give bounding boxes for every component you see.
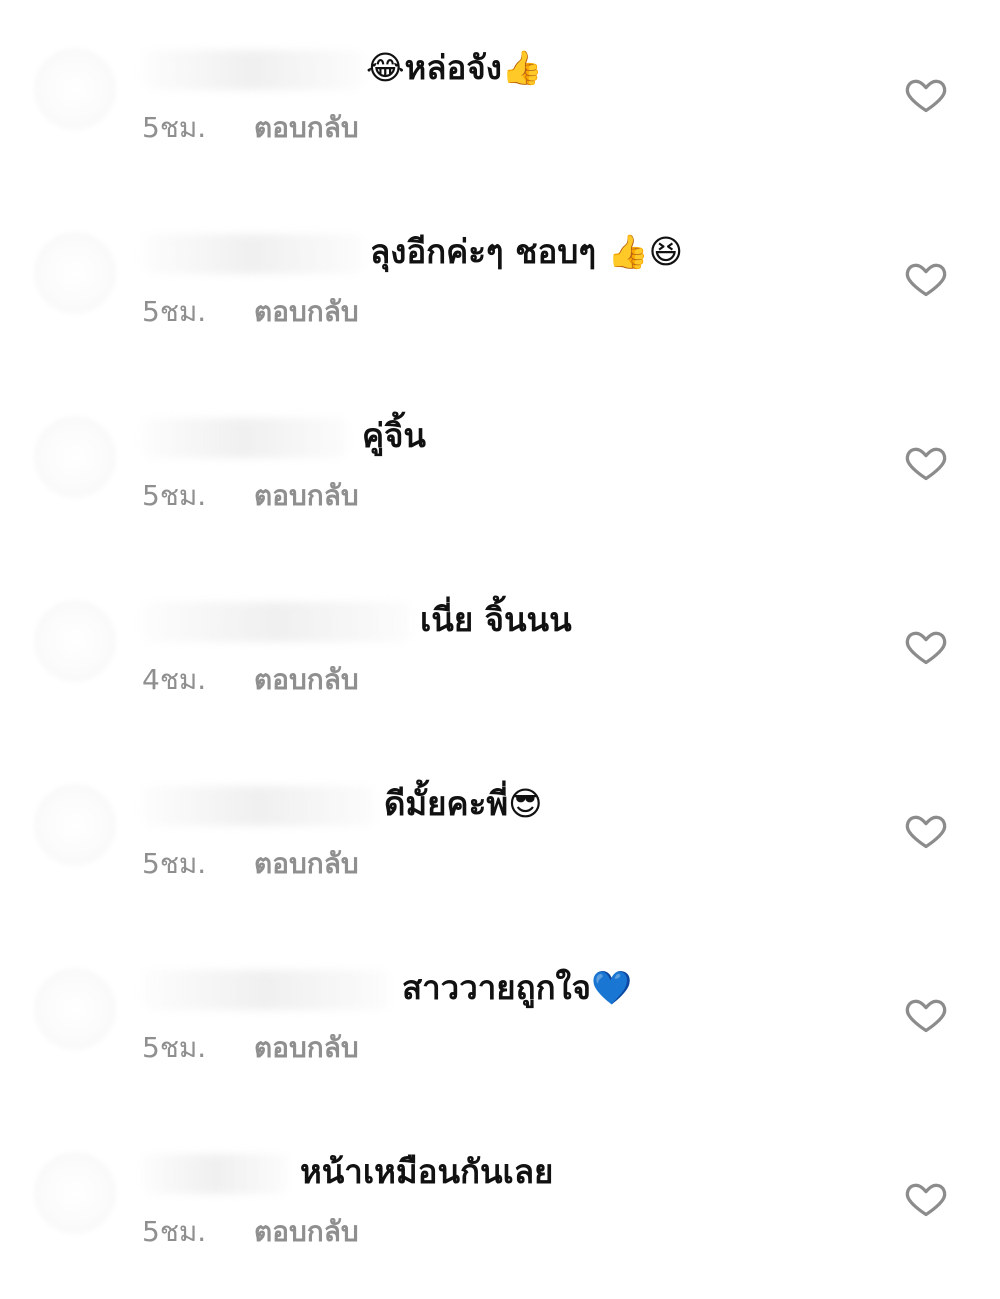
comment-meta: 5ชม. ตอบกลับ xyxy=(142,110,359,146)
avatar[interactable] xyxy=(34,48,116,130)
comment-time: 5ชม. xyxy=(142,295,207,328)
comment-item: ดีมั้ยคะพี่😎 5ชม. ตอบกลับ xyxy=(0,736,1000,920)
comment-meta: 5ชม. ตอบกลับ xyxy=(142,294,359,330)
heart-icon[interactable] xyxy=(904,1176,948,1220)
heart-icon[interactable] xyxy=(904,72,948,116)
comment-item: 😂หล่อจัง👍 5ชม. ตอบกลับ xyxy=(0,0,1000,184)
comment-text: ดีมั้ยคะพี่😎 xyxy=(384,784,543,823)
username-redacted[interactable] xyxy=(142,50,362,90)
comment-time: 5ชม. xyxy=(142,847,207,880)
reply-button[interactable]: ตอบกลับ xyxy=(254,110,359,146)
comment-text: หน้าเหมือนกันเลย xyxy=(300,1152,554,1191)
username-redacted[interactable] xyxy=(142,418,347,458)
avatar[interactable] xyxy=(34,416,116,498)
username-redacted[interactable] xyxy=(142,234,362,274)
comment-time: 5ชม. xyxy=(142,111,207,144)
comment-meta: 5ชม. ตอบกลับ xyxy=(142,1030,359,1066)
username-redacted[interactable] xyxy=(142,602,410,642)
comment-item: หน้าเหมือนกันเลย 5ชม. ตอบกลับ xyxy=(0,1104,1000,1288)
heart-icon[interactable] xyxy=(904,256,948,300)
comment-text: ลุงอีกค่ะๆ ชอบๆ 👍😆 xyxy=(370,232,684,271)
comment-item: สาววายถูกใจ💙 5ชม. ตอบกลับ xyxy=(0,920,1000,1104)
avatar[interactable] xyxy=(34,600,116,682)
reply-button[interactable]: ตอบกลับ xyxy=(254,478,359,514)
comment-meta: 4ชม. ตอบกลับ xyxy=(142,662,359,698)
comment-meta: 5ชม. ตอบกลับ xyxy=(142,846,359,882)
comment-text: 😂หล่อจัง👍 xyxy=(366,48,543,87)
comment-text: เนี่ย จิ้นนน xyxy=(420,600,572,639)
avatar[interactable] xyxy=(34,232,116,314)
comment-time: 4ชม. xyxy=(142,663,207,696)
heart-icon[interactable] xyxy=(904,992,948,1036)
reply-button[interactable]: ตอบกลับ xyxy=(254,294,359,330)
comment-item: ลุงอีกค่ะๆ ชอบๆ 👍😆 5ชม. ตอบกลับ xyxy=(0,184,1000,368)
reply-button[interactable]: ตอบกลับ xyxy=(254,846,359,882)
comment-time: 5ชม. xyxy=(142,1215,207,1248)
username-redacted[interactable] xyxy=(142,786,374,826)
username-redacted[interactable] xyxy=(142,1154,288,1194)
comment-item: คู่จิ้น 5ชม. ตอบกลับ xyxy=(0,368,1000,552)
comment-meta: 5ชม. ตอบกลับ xyxy=(142,1214,359,1250)
comment-item: เนี่ย จิ้นนน 4ชม. ตอบกลับ xyxy=(0,552,1000,736)
avatar[interactable] xyxy=(34,1152,116,1234)
avatar[interactable] xyxy=(34,784,116,866)
reply-button[interactable]: ตอบกลับ xyxy=(254,1030,359,1066)
comment-time: 5ชม. xyxy=(142,1031,207,1064)
username-redacted[interactable] xyxy=(142,970,388,1010)
heart-icon[interactable] xyxy=(904,440,948,484)
heart-icon[interactable] xyxy=(904,624,948,668)
comment-time: 5ชม. xyxy=(142,479,207,512)
comment-text: สาววายถูกใจ💙 xyxy=(402,968,633,1007)
reply-button[interactable]: ตอบกลับ xyxy=(254,1214,359,1250)
comment-meta: 5ชม. ตอบกลับ xyxy=(142,478,359,514)
heart-icon[interactable] xyxy=(904,808,948,852)
comment-text: คู่จิ้น xyxy=(362,416,426,455)
reply-button[interactable]: ตอบกลับ xyxy=(254,662,359,698)
avatar[interactable] xyxy=(34,968,116,1050)
